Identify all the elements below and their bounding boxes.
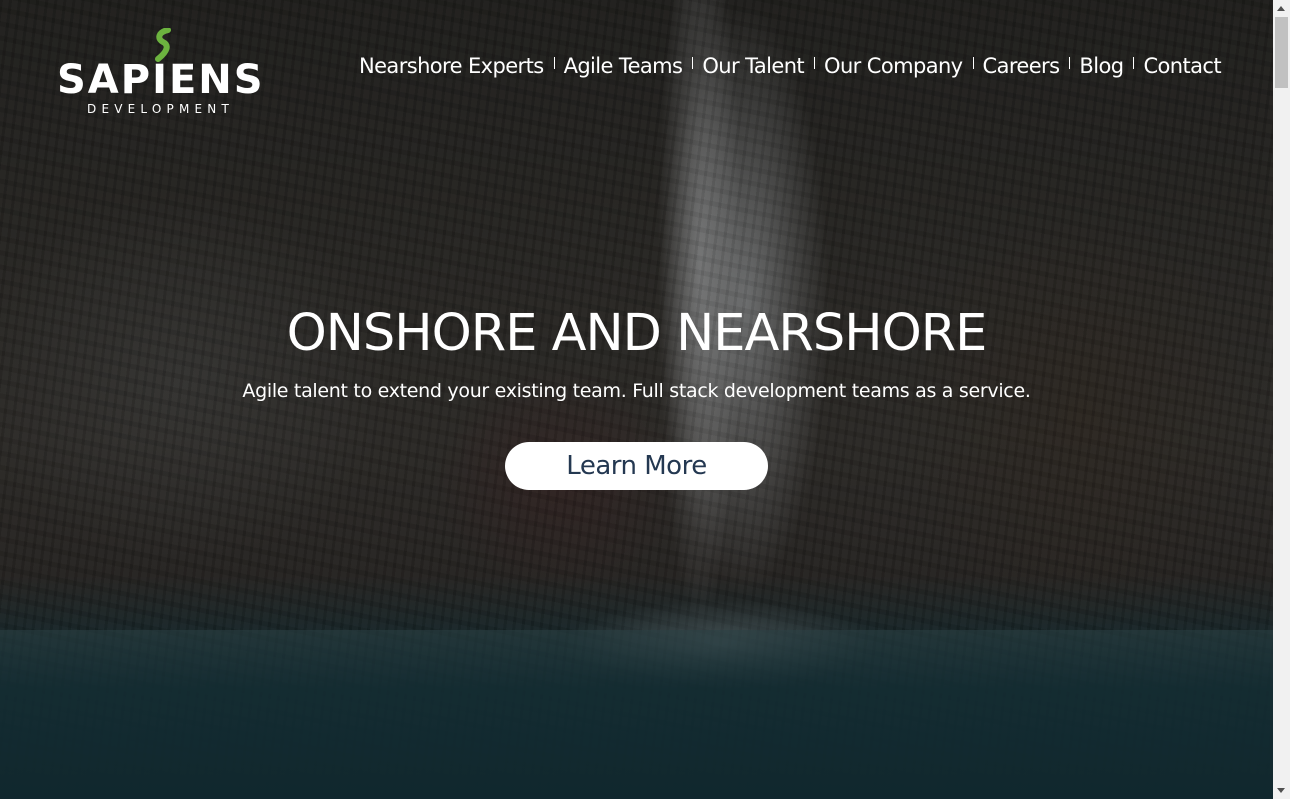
site-logo[interactable]: SAPIENS DEVELOPMENT	[57, 28, 269, 118]
scroll-down-arrow-icon[interactable]	[1273, 782, 1290, 799]
page-scrollbar[interactable]	[1273, 0, 1290, 799]
learn-more-button[interactable]: Learn More	[505, 442, 768, 490]
logo-wordmark: SAPIENS	[57, 57, 265, 103]
hero-headline: ONSHORE AND NEARSHORE	[286, 304, 988, 363]
main-nav: Nearshore Experts Agile Teams Our Talent…	[359, 52, 1222, 80]
nav-item-nearshore-experts[interactable]: Nearshore Experts	[359, 52, 544, 80]
nav-item-agile-teams[interactable]: Agile Teams	[564, 52, 683, 80]
nav-item-our-company[interactable]: Our Company	[824, 52, 963, 80]
nav-divider	[1069, 57, 1071, 69]
nav-divider	[1133, 57, 1135, 69]
nav-item-our-talent[interactable]: Our Talent	[702, 52, 804, 80]
nav-item-contact[interactable]: Contact	[1143, 52, 1221, 80]
nav-item-careers[interactable]: Careers	[983, 52, 1061, 80]
nav-divider	[814, 57, 816, 69]
logo-tagline: DEVELOPMENT	[87, 102, 234, 116]
nav-divider	[553, 57, 555, 69]
nav-divider	[692, 57, 694, 69]
scroll-up-arrow-icon[interactable]	[1273, 0, 1290, 17]
nav-item-blog[interactable]: Blog	[1079, 52, 1124, 80]
scrollbar-thumb[interactable]	[1275, 17, 1288, 88]
nav-divider	[972, 57, 974, 69]
hero-subline: Agile talent to extend your existing tea…	[242, 380, 1031, 402]
